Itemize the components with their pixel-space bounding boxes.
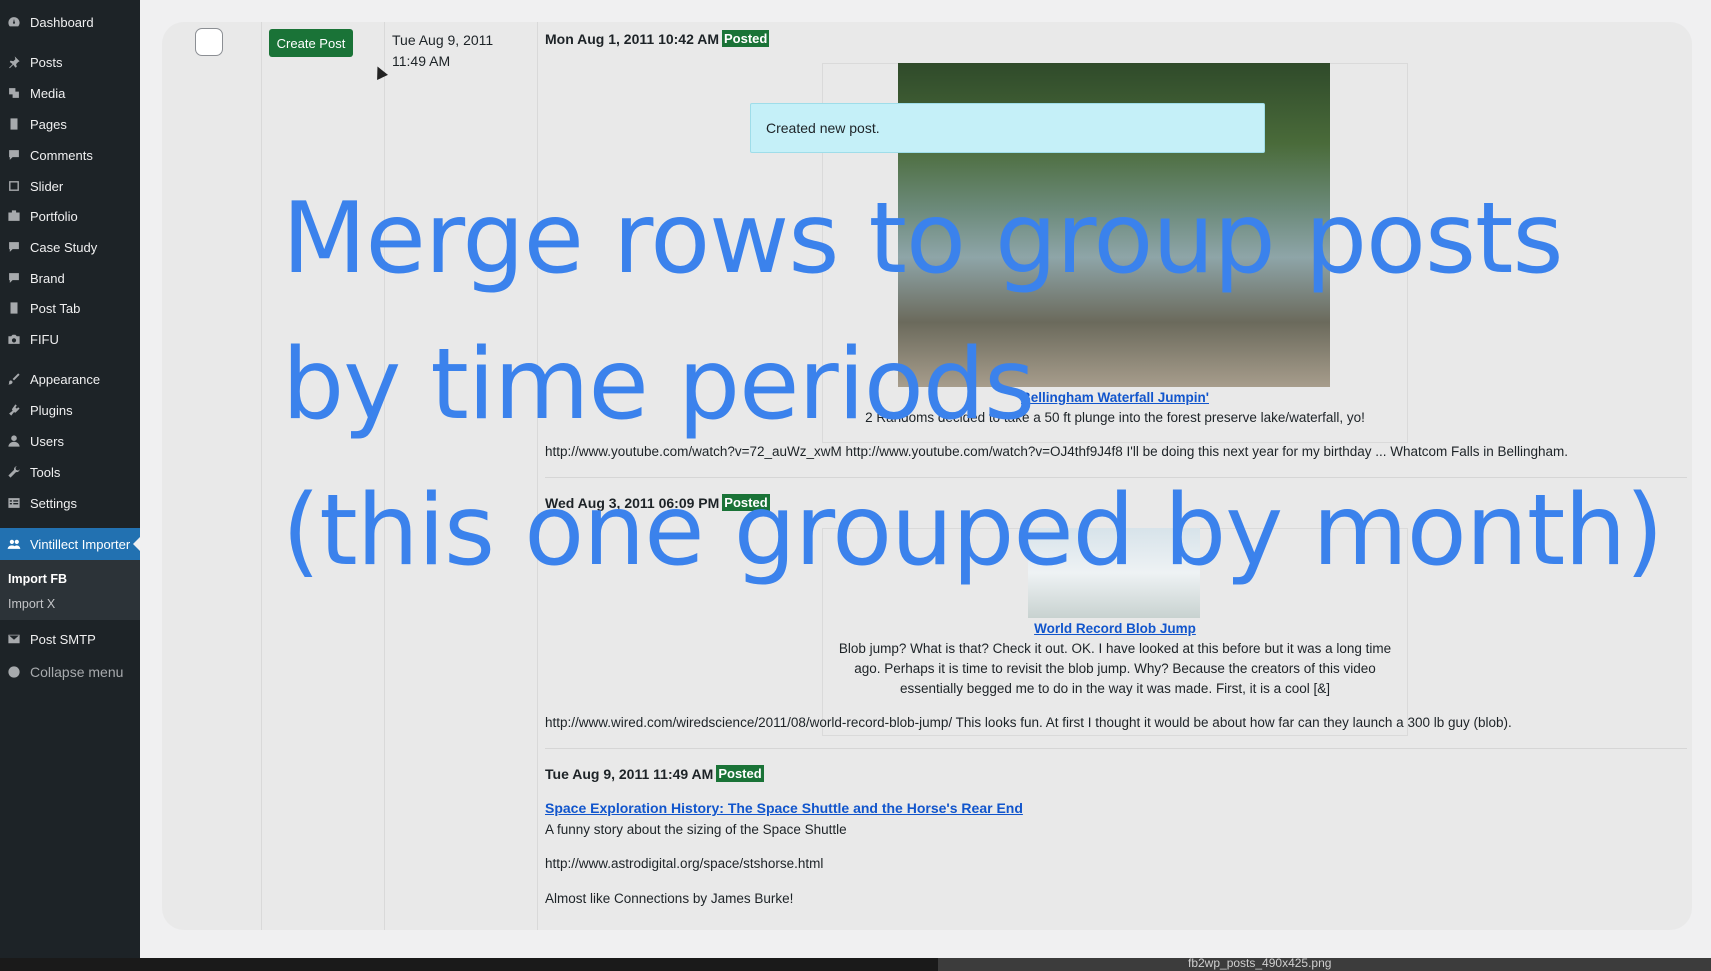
menu-label: Plugins <box>30 402 73 418</box>
plugin-icon <box>6 402 22 418</box>
menu-appearance[interactable]: Appearance <box>0 364 140 394</box>
brush-icon <box>6 371 22 387</box>
menu-label: Brand <box>30 270 65 286</box>
post-line: Almost like Connections by James Burke! <box>545 891 794 906</box>
admin-sidebar: Dashboard Posts Media Pages Comments Sli… <box>0 0 140 971</box>
create-post-button[interactable]: Create Post <box>269 29 353 57</box>
user-icon <box>6 433 22 449</box>
row-checkbox[interactable] <box>195 28 223 56</box>
status-badge: Posted <box>716 765 764 782</box>
active-menu-arrow <box>133 537 140 551</box>
post-link-line: Space Exploration History: The Space Shu… <box>545 800 1023 816</box>
post-link[interactable]: World Record Blob Jump <box>1034 621 1196 636</box>
menu-label: Appearance <box>30 371 101 387</box>
menu-vintillect-importer[interactable]: Vintillect Importer <box>0 528 140 560</box>
page-icon <box>6 300 22 316</box>
taskbar-file-name[interactable]: fb2wp_posts_490x425.png <box>1188 956 1331 970</box>
menu-media[interactable]: Media <box>0 78 140 108</box>
menu-label: Media <box>30 85 66 101</box>
portfolio-icon <box>6 208 22 224</box>
media-icon <box>6 85 22 101</box>
post-body: http://www.youtube.com/watch?v=72_auWz_x… <box>545 444 1569 459</box>
camera-icon <box>6 331 22 347</box>
overlay-caption-line-2: by time periods <box>282 328 1035 442</box>
menu-portfolio[interactable]: Portfolio <box>0 201 140 231</box>
post-link[interactable]: Space Exploration History: The Space Shu… <box>545 800 1023 816</box>
menu-plugins[interactable]: Plugins <box>0 395 140 425</box>
comment-icon <box>6 147 22 163</box>
link-description-2: ago. Perhaps it is time to revisit the b… <box>854 661 1376 676</box>
page-icon <box>6 116 22 132</box>
taskbar-file-strip: fb2wp_posts_490x425.png <box>938 956 1711 971</box>
post-separator <box>545 748 1687 749</box>
comment-icon <box>6 270 22 286</box>
menu-label: Dashboard <box>30 14 94 30</box>
menu-label: Post SMTP <box>30 631 96 647</box>
menu-label: Case Study <box>30 239 98 255</box>
post-link[interactable]: Bellingham Waterfall Jumpin' <box>1021 390 1209 405</box>
menu-fifu[interactable]: FIFU <box>0 324 140 354</box>
menu-tools[interactable]: Tools <box>0 457 140 487</box>
submenu-import-x[interactable]: Import X <box>8 597 55 611</box>
post-date: Mon Aug 1, 2011 10:42 AM <box>545 30 720 47</box>
post-line: http://www.astrodigital.org/space/stshor… <box>545 856 824 871</box>
menu-slider[interactable]: Slider <box>0 171 140 201</box>
mail-icon <box>6 631 22 647</box>
slider-icon <box>6 178 22 194</box>
status-badge: Posted <box>722 30 770 47</box>
menu-pages[interactable]: Pages <box>0 109 140 139</box>
menu-label: Users <box>30 433 64 449</box>
post-header: Mon Aug 1, 2011 10:42 AM Posted <box>545 30 770 47</box>
dashboard-icon <box>6 14 22 30</box>
link-description-1: Blob jump? What is that? Check it out. O… <box>838 641 1392 656</box>
menu-label: FIFU <box>30 331 59 347</box>
post-body: http://www.wired.com/wiredscience/2011/0… <box>545 715 1512 730</box>
menu-post-tab[interactable]: Post Tab <box>0 293 140 323</box>
collapse-label: Collapse menu <box>30 664 124 680</box>
menu-label: Vintillect Importer <box>30 536 131 552</box>
post-header: Tue Aug 9, 2011 11:49 AM Posted <box>545 765 764 782</box>
link-title: World Record Blob Jump <box>822 619 1408 639</box>
menu-users[interactable]: Users <box>0 426 140 456</box>
row-date-day: Tue Aug 9, 2011 <box>392 32 494 48</box>
submenu: Import FB Import X <box>0 560 140 620</box>
menu-posts[interactable]: Posts <box>0 47 140 77</box>
post-date: Tue Aug 9, 2011 11:49 AM <box>545 765 714 782</box>
menu-label: Tools <box>30 464 61 480</box>
menu-post-smtp[interactable]: Post SMTP <box>0 624 140 654</box>
pin-icon <box>6 54 22 70</box>
menu-comments[interactable]: Comments <box>0 140 140 170</box>
menu-label: Settings <box>30 495 77 511</box>
menu-label: Post Tab <box>30 300 81 316</box>
row-date-time: 11:49 AM <box>392 53 451 69</box>
submenu-import-fb[interactable]: Import FB <box>8 572 67 586</box>
collapse-menu-button[interactable]: Collapse menu <box>0 657 140 687</box>
settings-icon <box>6 495 22 511</box>
menu-label: Posts <box>30 54 63 70</box>
wrench-icon <box>6 464 22 480</box>
comment-icon <box>6 239 22 255</box>
menu-label: Comments <box>30 147 93 163</box>
menu-label: Slider <box>30 178 64 194</box>
collapse-icon <box>6 664 22 680</box>
post-line: A funny story about the sizing of the Sp… <box>545 822 847 837</box>
menu-label: Portfolio <box>30 208 78 224</box>
menu-label: Pages <box>30 116 67 132</box>
menu-brand[interactable]: Brand <box>0 263 140 293</box>
column-divider <box>261 22 262 930</box>
users-icon <box>6 536 22 552</box>
menu-settings[interactable]: Settings <box>0 488 140 518</box>
overlay-caption-line-1: Merge rows to group posts <box>282 182 1564 296</box>
menu-dashboard[interactable]: Dashboard <box>0 7 140 37</box>
overlay-caption-line-3: (this one grouped by month) <box>282 474 1664 588</box>
notification-toast: Created new post. <box>750 103 1265 153</box>
link-description-3: essentially begged me to do in the way i… <box>900 681 1330 696</box>
row-date: Tue Aug 9, 2011 11:49 AM <box>392 30 507 72</box>
menu-case-study[interactable]: Case Study <box>0 232 140 262</box>
